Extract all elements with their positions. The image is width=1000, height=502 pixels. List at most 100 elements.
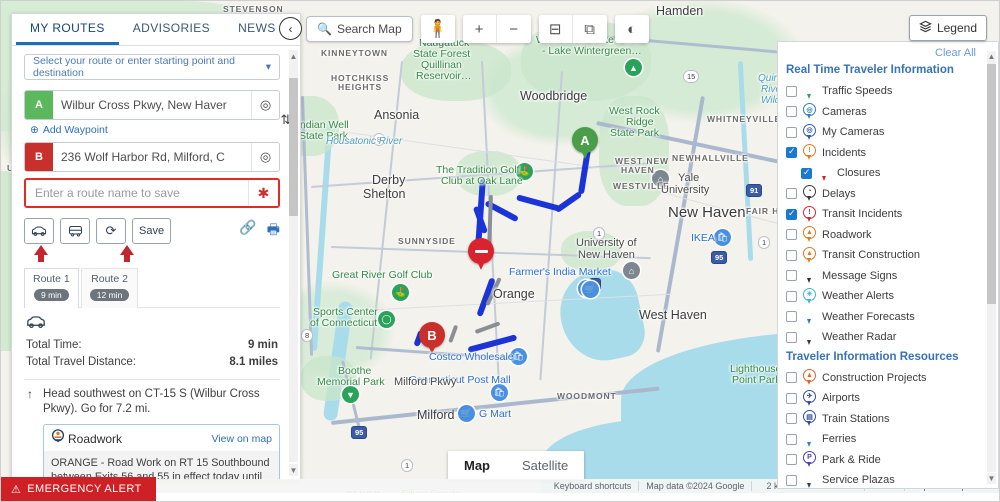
legend-item-message-signs[interactable]: ▬ Message Signs <box>786 266 988 287</box>
legend-item-construction-projects[interactable]: ▲ Construction Projects <box>786 368 988 389</box>
legend-checkbox[interactable] <box>786 392 797 404</box>
legend-checkbox[interactable] <box>786 126 797 138</box>
destination-input[interactable] <box>53 143 251 171</box>
contrast-icon[interactable]: ◐ <box>614 15 649 43</box>
route-select-dropdown[interactable]: Select your route or enter starting poin… <box>24 54 280 80</box>
legend-item-roadwork[interactable]: ▲ Roadwork <box>786 225 988 246</box>
legend-item-ferries[interactable]: ▬ Ferries <box>786 429 988 450</box>
legend-checkbox[interactable] <box>786 311 797 323</box>
legend-scrollbar-thumb[interactable] <box>987 64 996 304</box>
legend-item-weather-alerts[interactable]: ☀ Weather Alerts <box>786 286 988 307</box>
legend-checkbox[interactable] <box>786 474 797 486</box>
legend-checkbox[interactable] <box>786 290 797 302</box>
legend-checkbox[interactable] <box>786 85 797 97</box>
keyboard-shortcuts-link[interactable]: Keyboard shortcuts <box>547 481 639 491</box>
panel-scroll-down-arrow[interactable]: ▼ <box>289 464 298 476</box>
legend-item-transit-incidents[interactable]: ! Transit Incidents <box>786 204 988 225</box>
legend-checkbox[interactable] <box>786 372 797 384</box>
legend-item-incidents[interactable]: ! Incidents <box>786 143 988 164</box>
legend-checkbox[interactable] <box>786 413 797 425</box>
poi-park-icon[interactable]: ▲ <box>625 59 642 76</box>
legend-checkbox[interactable] <box>786 331 797 343</box>
legend-checkbox[interactable] <box>786 106 797 118</box>
panel-scroll-up-arrow[interactable]: ▲ <box>289 50 298 62</box>
refresh-route-button[interactable]: ⟳ <box>96 218 126 244</box>
legend-checkbox[interactable] <box>786 188 797 200</box>
tab-my-routes[interactable]: MY ROUTES <box>16 14 119 45</box>
map-type-map[interactable]: Map <box>448 451 506 480</box>
view-on-map-link[interactable]: View on map <box>211 433 272 445</box>
emergency-alert-banner[interactable]: ⚠ EMERGENCY ALERT <box>1 477 156 501</box>
legend-item-delays[interactable]: ◔ Delays <box>786 184 988 205</box>
legend-item-airports[interactable]: ✈ Airports <box>786 388 988 409</box>
legend-checkbox[interactable] <box>801 167 812 179</box>
poi-yale-icon[interactable]: ⌂ <box>652 170 669 187</box>
poi-sports-center-icon[interactable]: ◯ <box>378 311 395 328</box>
poi-ikea-icon[interactable]: 🛍 <box>714 229 731 246</box>
legend-scroll-down-arrow[interactable]: ▼ <box>987 473 996 484</box>
map-type-satellite[interactable]: Satellite <box>506 451 584 480</box>
legend-checkbox[interactable] <box>786 208 797 220</box>
tab-advisories[interactable]: ADVISORIES <box>119 14 224 45</box>
poi-extra-icon[interactable]: 🛒 <box>582 281 599 298</box>
collapse-panel-button[interactable]: ‹ <box>279 17 302 40</box>
legend-checkbox[interactable] <box>786 454 797 466</box>
legend-item-train-stations[interactable]: ▤ Train Stations <box>786 409 988 430</box>
print-icon[interactable]: 🖶 <box>267 219 280 243</box>
poi-golf-icon[interactable]: ⛳ <box>516 163 533 180</box>
legend-scroll-up-arrow[interactable]: ▲ <box>987 51 996 62</box>
legend-checkbox[interactable] <box>786 146 797 159</box>
roadwork-icon <box>51 429 65 448</box>
route-option-route-2[interactable]: Route 2 12 min <box>80 268 139 308</box>
clear-all-link[interactable]: Clear All <box>778 42 998 61</box>
poi-costco-icon[interactable]: 🛍 <box>510 348 527 365</box>
mode-car-button[interactable] <box>24 218 54 244</box>
destination-locate-icon[interactable]: ◎ <box>251 143 279 171</box>
west-rock-ridge-area <box>599 96 669 206</box>
legend-item-closures[interactable]: ▬ Closures <box>786 163 988 184</box>
route-name-input[interactable] <box>26 180 248 206</box>
legend-section-title: Real Time Traveler Information <box>786 64 954 76</box>
poi-golf-club-icon[interactable]: ⛳ <box>392 284 409 301</box>
save-map-icon[interactable]: ⊟ <box>538 15 573 43</box>
poi-univ-new-haven-icon[interactable]: ⌂ <box>623 262 640 279</box>
legend-checkbox[interactable] <box>786 229 797 241</box>
legend-item-my-cameras[interactable]: ◎ My Cameras <box>786 122 988 143</box>
roadwork-alert-card[interactable]: Roadwork View on map ORANGE - Road Work … <box>43 424 280 480</box>
direction-step[interactable]: ↑ Head southwest on CT-15 S (Wilbur Cros… <box>24 387 280 417</box>
swap-endpoints-icon[interactable]: ⇅ <box>276 112 290 128</box>
route-option-route-1[interactable]: Route 1 9 min <box>24 268 79 308</box>
poi-post-mall-icon[interactable]: 🛍 <box>491 384 508 401</box>
layers-icon[interactable]: ⧉ <box>572 15 607 43</box>
legend-item-traffic-speeds[interactable]: ▬ Traffic Speeds <box>786 81 988 102</box>
legend-checkbox[interactable] <box>786 433 797 445</box>
legend-checkbox[interactable] <box>786 249 797 261</box>
add-waypoint-label: Add Waypoint <box>42 124 108 136</box>
poi-gmart-icon[interactable]: 🛒 <box>458 405 475 422</box>
origin-locate-icon[interactable]: ◎ <box>251 91 279 119</box>
legend-checkbox[interactable] <box>786 270 797 282</box>
panel-scrollbar-thumb[interactable] <box>289 78 298 216</box>
search-map-button[interactable]: 🔍 Search Map <box>306 16 413 42</box>
zoom-in-button[interactable]: + <box>462 15 497 43</box>
legend-marker-icon: ☁ <box>802 308 817 325</box>
street-view-pegman-icon[interactable]: 🧍 <box>420 15 455 43</box>
legend-item-weather-forecasts[interactable]: ☁ Weather Forecasts <box>786 307 988 328</box>
legend-item-cameras[interactable]: ◎ Cameras <box>786 102 988 123</box>
poi-boothe-park-icon[interactable]: ▼ <box>342 386 359 403</box>
destination-marker-b[interactable]: B <box>419 322 445 356</box>
legend-item-service-plazas[interactable]: ▮ Service Plazas <box>786 470 988 488</box>
legend-item-transit-construction[interactable]: ▲ Transit Construction <box>786 245 988 266</box>
zoom-out-button[interactable]: − <box>496 15 531 43</box>
legend-marker-icon: ▬ <box>802 82 817 100</box>
legend-item-weather-radar[interactable]: ◍ Weather Radar <box>786 327 988 348</box>
legend-button[interactable]: Legend <box>908 15 987 41</box>
add-waypoint-button[interactable]: ⊕ Add Waypoint <box>30 124 280 136</box>
legend-item-park-ride[interactable]: P Park & Ride <box>786 450 988 471</box>
share-link-icon[interactable]: 🔗 <box>239 219 256 243</box>
mode-bus-button[interactable] <box>60 218 90 244</box>
closure-marker[interactable] <box>468 238 494 272</box>
origin-marker-a[interactable]: A <box>572 127 598 161</box>
save-button[interactable]: Save <box>132 218 172 244</box>
origin-input[interactable] <box>53 91 251 119</box>
